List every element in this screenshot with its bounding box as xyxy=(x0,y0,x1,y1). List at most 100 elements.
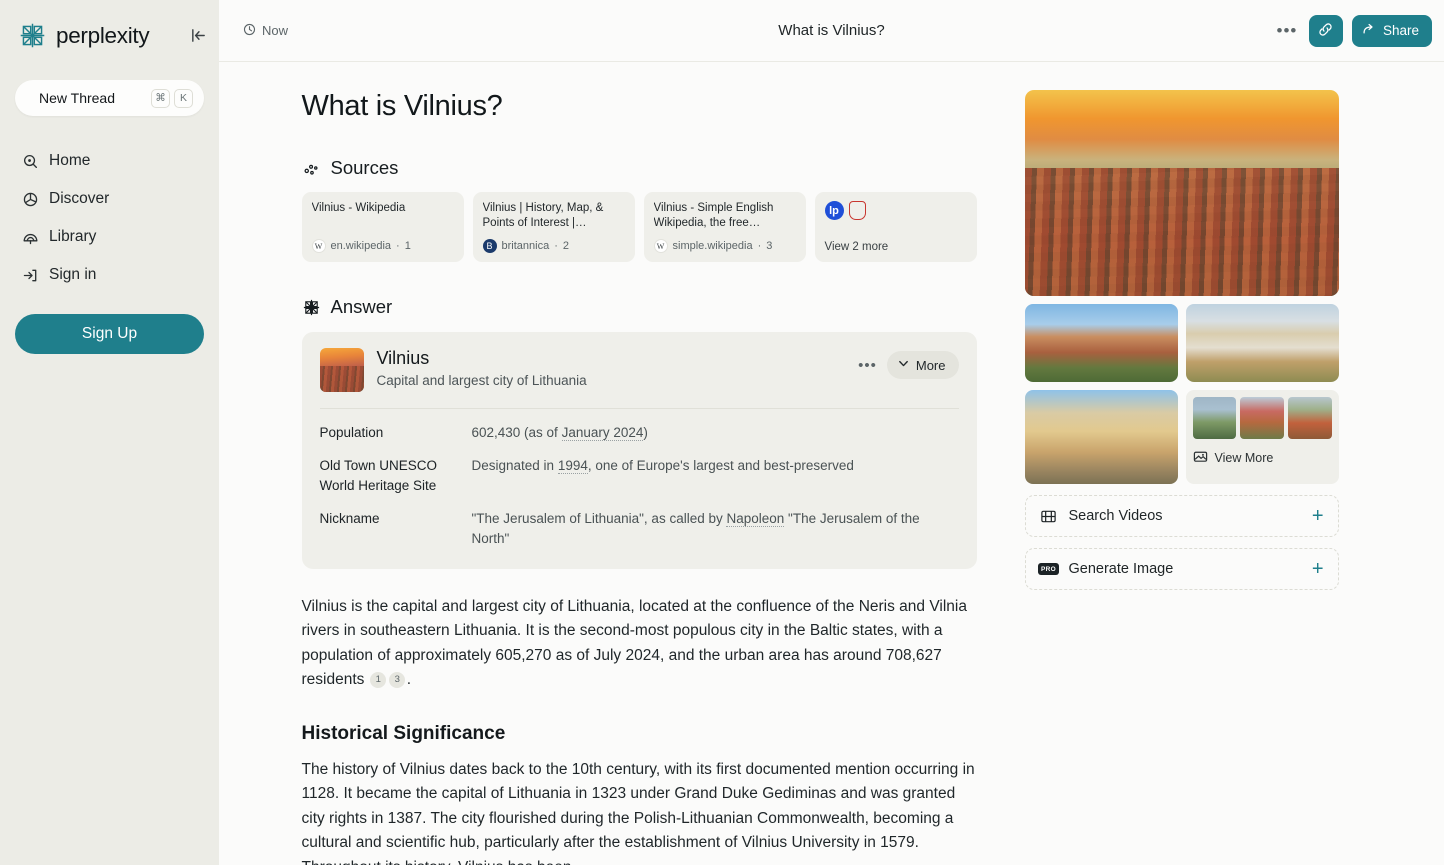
pro-badge-icon: PRO xyxy=(1040,560,1058,578)
sidebar-item-label: Library xyxy=(49,228,96,246)
app-root: perplexity New Thread ⌘ K Home xyxy=(0,0,1444,865)
entity-expand-more-button[interactable]: More xyxy=(887,351,959,379)
sign-up-button[interactable]: Sign Up xyxy=(15,314,204,354)
source-card[interactable]: Vilnius - Wikipedia W en.wikipedia · 1 xyxy=(302,192,464,262)
sidebar-item-library[interactable]: Library xyxy=(0,218,219,256)
view-more-label-row: View More xyxy=(1193,449,1332,467)
entity-subtitle: Capital and largest city of Lithuania xyxy=(377,373,846,388)
share-arrow-icon xyxy=(1362,22,1377,40)
britannica-favicon: B xyxy=(483,239,497,253)
link-chain-icon xyxy=(1317,21,1334,41)
new-thread-shortcut: ⌘ K xyxy=(151,89,193,108)
content-scroll[interactable]: What is Vilnius? Sources Vilnius - Wikip… xyxy=(219,62,1444,865)
source-domain: britannica xyxy=(502,240,550,252)
source-card[interactable]: Vilnius - Simple English Wikipedia, the … xyxy=(644,192,806,262)
sidebar-item-home[interactable]: Home xyxy=(0,142,219,180)
discover-globe-icon xyxy=(21,190,39,208)
fact-value: 602,430 (as of January 2024) xyxy=(472,423,959,443)
source-card[interactable]: Vilnius | History, Map, & Points of Inte… xyxy=(473,192,635,262)
sources-row: Vilnius - Wikipedia W en.wikipedia · 1 V… xyxy=(302,192,977,262)
thumbnail-preview xyxy=(1240,397,1284,439)
vilnius-street-image[interactable] xyxy=(1025,390,1178,484)
sources-dots-icon xyxy=(302,158,322,178)
table-row: Nickname "The Jerusalem of Lithuania", a… xyxy=(320,509,959,549)
sidebar-item-discover[interactable]: Discover xyxy=(0,180,219,218)
page-title: What is Vilnius? xyxy=(302,90,977,123)
kbd-cmd: ⌘ xyxy=(151,89,170,108)
source-domain: simple.wikipedia xyxy=(673,240,753,252)
source-meta: W en.wikipedia · 1 xyxy=(312,239,454,253)
sidebar-item-label: Discover xyxy=(49,190,109,208)
answer-paragraph-end: . xyxy=(407,671,411,688)
search-videos-button[interactable]: Search Videos + xyxy=(1025,495,1339,537)
copy-link-button[interactable] xyxy=(1309,15,1343,47)
vilnius-cathedral-square-image[interactable] xyxy=(1186,304,1339,382)
share-button[interactable]: Share xyxy=(1352,15,1432,47)
pro-badge-label: PRO xyxy=(1038,563,1059,575)
source-domain: en.wikipedia xyxy=(331,240,392,252)
thumbnail-preview xyxy=(1193,397,1237,439)
table-row: Old Town UNESCO World Heritage Site Desi… xyxy=(320,456,959,496)
fact-value-emphasis: January 2024 xyxy=(562,425,644,441)
brand[interactable]: perplexity xyxy=(0,0,219,50)
fact-value: "The Jerusalem of Lithuania", as called … xyxy=(472,509,959,549)
more-sources-favicons: lp xyxy=(825,201,967,220)
fact-label: Old Town UNESCO World Heritage Site xyxy=(320,456,472,496)
wikipedia-favicon: W xyxy=(312,239,326,253)
entity-more-label: More xyxy=(916,358,946,373)
view-more-images-label: View More xyxy=(1215,451,1274,465)
share-label: Share xyxy=(1383,23,1419,38)
source-meta: B britannica · 2 xyxy=(483,239,625,253)
source-index: 1 xyxy=(405,240,411,252)
view-more-images-button[interactable]: View More xyxy=(1186,390,1339,484)
sources-heading: Sources xyxy=(302,157,977,179)
topbar-more-options-button[interactable]: ••• xyxy=(1274,18,1300,44)
search-videos-label: Search Videos xyxy=(1069,508,1163,524)
vilnius-old-town-image[interactable] xyxy=(1025,304,1178,382)
vilnius-aerial-sunset-image[interactable] xyxy=(1025,90,1339,296)
brand-name: perplexity xyxy=(56,23,149,49)
fact-label: Population xyxy=(320,423,472,443)
entity-facts-table: Population 602,430 (as of January 2024) … xyxy=(320,423,959,549)
topbar-thread-title: What is Vilnius? xyxy=(219,22,1444,39)
home-search-icon xyxy=(21,152,39,170)
media-column: View More Search Videos + xyxy=(1025,90,1339,865)
answer-heading: Answer xyxy=(302,296,977,318)
timestamp-label: Now xyxy=(262,23,288,38)
thumbnail-preview xyxy=(1288,397,1332,439)
fact-value-pre: 602,430 (as of xyxy=(472,425,562,440)
video-film-icon xyxy=(1040,507,1058,525)
generate-image-label: Generate Image xyxy=(1069,561,1174,577)
fact-value-pre: Designated in xyxy=(472,458,558,473)
sidebar-item-label: Sign in xyxy=(49,266,96,284)
new-thread-button[interactable]: New Thread ⌘ K xyxy=(15,80,204,116)
chevron-down-icon xyxy=(897,357,910,373)
media-thumbnail-grid: View More xyxy=(1025,304,1339,484)
perplexity-logo-icon xyxy=(18,21,47,50)
entity-name: Vilnius xyxy=(377,348,846,369)
source-meta: W simple.wikipedia · 3 xyxy=(654,239,796,253)
sidebar-item-label: Home xyxy=(49,152,90,170)
entity-divider xyxy=(320,408,959,409)
collapse-sidebar-icon[interactable] xyxy=(189,26,207,44)
citation-badge[interactable]: 1 xyxy=(370,672,386,688)
table-row: Population 602,430 (as of January 2024) xyxy=(320,423,959,443)
main-area: Now What is Vilnius? ••• xyxy=(219,0,1444,865)
lp-favicon: lp xyxy=(825,201,844,220)
citation-badge[interactable]: 3 xyxy=(389,672,405,688)
generate-image-button[interactable]: PRO Generate Image + xyxy=(1025,548,1339,590)
sidebar-nav: Home Discover Library xyxy=(0,142,219,294)
add-generate-image-icon[interactable]: + xyxy=(1312,559,1324,579)
sidebar: perplexity New Thread ⌘ K Home xyxy=(0,0,219,865)
fact-value-emphasis: 1994 xyxy=(558,458,588,474)
add-search-videos-icon[interactable]: + xyxy=(1312,506,1324,526)
wikipedia-favicon: W xyxy=(654,239,668,253)
entity-more-options-button[interactable]: ••• xyxy=(858,363,877,368)
fact-value-pre: "The Jerusalem of Lithuania", as called … xyxy=(472,511,727,526)
gallery-icon xyxy=(1193,449,1208,467)
answer-entity-card: Vilnius Capital and largest city of Lith… xyxy=(302,332,977,569)
perplexity-mark-icon xyxy=(302,297,322,317)
sidebar-item-sign-in[interactable]: Sign in xyxy=(0,256,219,294)
view-more-sources-card[interactable]: lp View 2 more xyxy=(815,192,977,262)
fact-value-emphasis: Napoleon xyxy=(726,511,784,527)
